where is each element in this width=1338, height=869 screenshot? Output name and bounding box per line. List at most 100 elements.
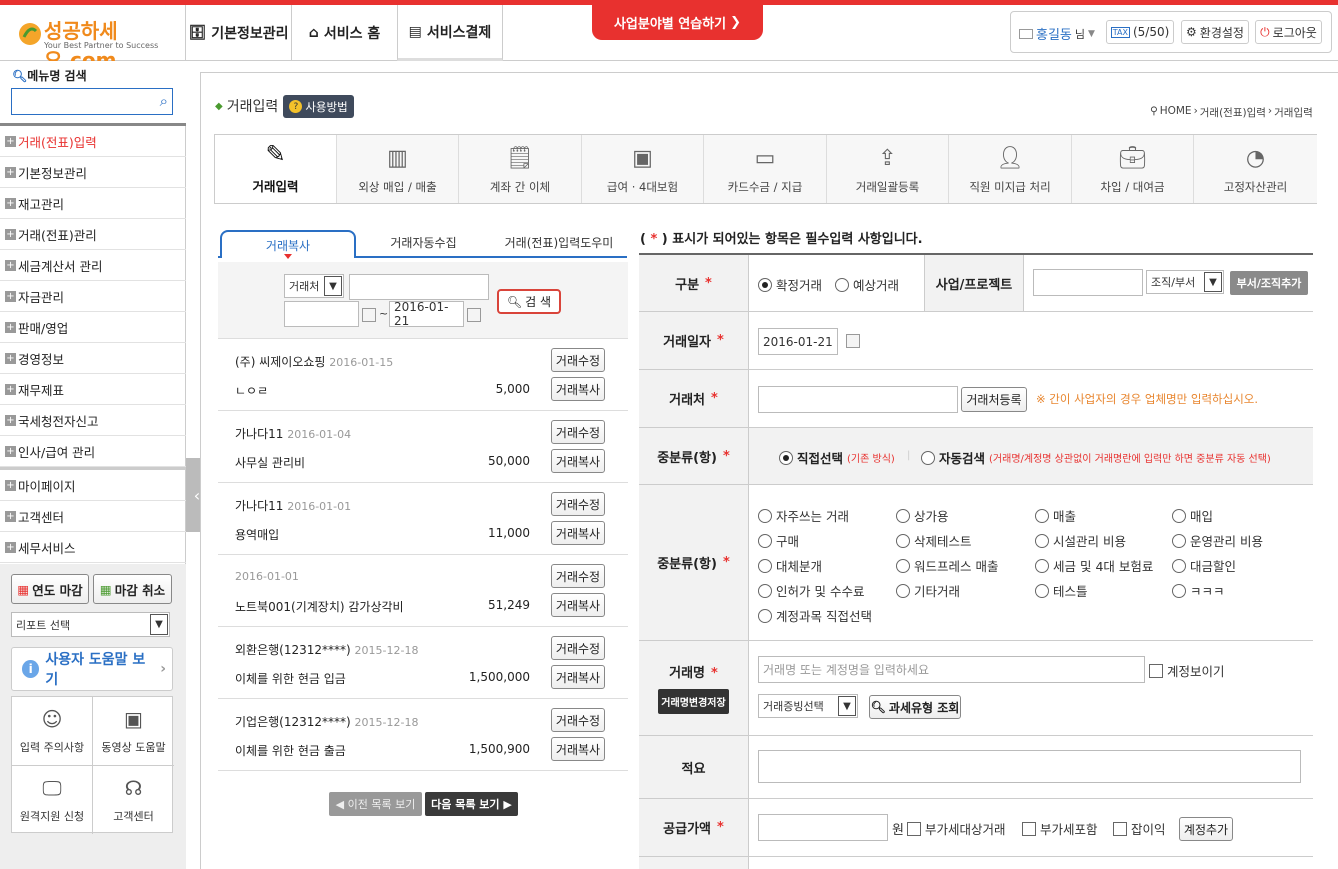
search-icon[interactable]: ⌕ [160,92,168,110]
edit-trade-button[interactable]: 거래수정 [551,492,605,516]
promo-practice-button[interactable]: 사업분야별 연습하기 ❯ [592,5,763,40]
edit-trade-button[interactable]: 거래수정 [551,348,605,372]
sidebar-item[interactable]: + 기본정보관리 [0,157,186,188]
show-account-checkbox[interactable]: 계정보이기 [1149,661,1225,680]
sidebar-item[interactable]: + 마이페이지 [0,470,186,501]
sidebar-item[interactable]: + 재무제표 [0,374,186,405]
search-button[interactable]: 🔍︎ 검 색 [497,289,561,314]
tile-remote-support[interactable]: 🖵 원격지원 신청 [12,766,92,834]
category-radio[interactable]: 대금할인 [1172,556,1236,575]
edit-trade-button[interactable]: 거래수정 [551,420,605,444]
category-radio[interactable]: 워드프레스 매출 [896,556,998,575]
misc-income-checkbox[interactable]: 잡이익 [1113,819,1166,838]
copy-trade-button[interactable]: 거래복사 [551,449,605,473]
copy-trade-button[interactable]: 거래복사 [551,377,605,401]
memo-input[interactable] [758,750,1301,783]
copy-trade-button[interactable]: 거래복사 [551,521,605,545]
radio-confirmed[interactable]: 확정거래 [758,275,822,294]
category-radio[interactable]: 상가용 [896,506,949,525]
sidebar-item[interactable]: + 세무서비스 [0,532,186,563]
prev-list-button[interactable]: ◀ 이전 목록 보기 [329,792,422,816]
vat-target-checkbox[interactable]: 부가세대상거래 [907,819,1006,838]
tab-loan[interactable]: 💼︎ 차입 / 대여금 [1072,135,1194,203]
calendar-icon[interactable] [362,308,376,322]
filter-type-select[interactable]: 거래처 ▼ [284,274,344,298]
category-radio[interactable]: 자주쓰는 거래 [758,506,849,525]
report-select[interactable]: 리포트 선택 ▼ [11,612,170,637]
tab-card[interactable]: ▭ 카드수금 / 지급 [704,135,827,203]
category-radio[interactable]: 매입 [1172,506,1213,525]
radio-auto-search[interactable]: 자동검색 (거래명/계정명 상관없이 거래명란에 입력만 하면 중분류 자동 선택… [921,448,1271,467]
radio-direct-select[interactable]: 직접선택 (기존 방식) [779,448,895,467]
nav-payment[interactable]: ▤ 서비스결제 [397,5,503,61]
sidebar-item[interactable]: + 거래(전표)입력 [0,126,186,157]
name-save-button[interactable]: 거래명변경저장 [658,689,729,714]
tab-unpaid-staff[interactable]: 👤︎ 직원 미지급 처리 [949,135,1072,203]
category-radio[interactable]: 운영관리 비용 [1172,531,1263,550]
category-radio[interactable]: ㅋㅋㅋ [1172,581,1225,600]
radio-expected[interactable]: 예상거래 [835,275,899,294]
sidebar-item[interactable]: + 판매/영업 [0,312,186,343]
user-help-button[interactable]: i 사용자 도움말 보기 › [11,647,173,691]
breadcrumb-section[interactable]: 거래(전표)입력 [1200,105,1266,120]
sidebar-item[interactable]: + 자금관리 [0,281,186,312]
edit-trade-button[interactable]: 거래수정 [551,564,605,588]
category-radio[interactable]: 대체분개 [758,556,822,575]
tab-account-transfer[interactable]: 🗒 계좌 간 이체 [459,135,582,203]
trade-name-input[interactable]: 거래명 또는 계정명을 입력하세요 [758,656,1145,683]
sidebar-item[interactable]: + 세금계산서 관리 [0,250,186,281]
menu-search-input[interactable]: ⌕ [11,88,173,115]
project-input[interactable] [1033,269,1143,296]
tax-type-lookup-button[interactable]: 🔍︎ 과세유형 조회 [869,695,961,719]
tile-input-caution[interactable]: ☺ 입력 주의사항 [12,697,92,765]
tab-payroll[interactable]: ▣ 급여 · 4대보험 [582,135,704,203]
tax-counter-button[interactable]: TAX (5/50) [1106,20,1174,44]
category-radio[interactable]: 시설관리 비용 [1035,531,1126,550]
tab-trade-input[interactable]: ✎ 거래입력 [215,135,337,203]
settings-button[interactable]: ⚙ 환경설정 [1181,20,1249,44]
category-radio[interactable]: 세금 및 4대 보험료 [1035,556,1153,575]
supply-amount-input[interactable] [758,814,888,841]
sidebar-item[interactable]: + 국세청전자신고 [0,405,186,436]
tab-credit-trade[interactable]: ▥ 외상 매입 / 매출 [337,135,459,203]
sidebar-item[interactable]: + 거래(전표)관리 [0,219,186,250]
tile-customer-center[interactable]: ☊ 고객센터 [93,766,174,834]
category-radio[interactable]: 삭제테스트 [896,531,972,550]
tab-input-helper[interactable]: 거래(전표)입력도우미 [491,234,627,251]
sidebar-item[interactable]: + 재고관리 [0,188,186,219]
client-register-button[interactable]: 거래처등록 [961,387,1027,412]
tab-fixed-asset[interactable]: ◔ 고정자산관리 [1194,135,1317,203]
category-radio[interactable]: 테스틀 [1035,581,1088,600]
date-from-input[interactable] [284,301,359,327]
category-radio[interactable]: 매출 [1035,506,1076,525]
tab-bulk-register[interactable]: ⇪ 거래일괄등록 [827,135,949,203]
org-select[interactable]: 조직/부서 ▼ [1146,270,1224,294]
category-radio[interactable]: 구매 [758,531,799,550]
nav-basic-info[interactable]: 🗄 기본정보관리 [185,5,291,61]
sidebar-item[interactable]: + 인사/급여 관리 [0,436,186,467]
tile-video-help[interactable]: ▣ 동영상 도움말 [93,697,174,765]
howto-button[interactable]: ? 사용방법 [283,95,354,118]
trade-date-input[interactable]: 2016-01-21 [758,328,838,355]
category-radio[interactable]: 계정과목 직접선택 [758,606,872,625]
user-menu[interactable]: 홍길동 님 ▼ [1019,24,1095,43]
logout-button[interactable]: ⏻ 로그아웃 [1255,20,1322,44]
sidebar-item[interactable]: + 경영정보 [0,343,186,374]
nav-service-home[interactable]: ⌂ 서비스 홈 [291,5,397,61]
account-add-button[interactable]: 계정추가 [1179,817,1233,841]
year-close-button[interactable]: ▦ 연도 마감 [11,574,89,604]
copy-trade-button[interactable]: 거래복사 [551,593,605,617]
category-radio[interactable]: 기타거래 [896,581,960,600]
edit-trade-button[interactable]: 거래수정 [551,636,605,660]
date-to-input[interactable]: 2016-01-21 [389,300,464,328]
filter-keyword-input[interactable] [349,274,489,300]
next-list-button[interactable]: 다음 목록 보기 ▶ [425,792,518,816]
breadcrumb-home[interactable]: HOME [1160,105,1192,120]
calendar-icon[interactable] [846,334,860,348]
sidebar-item[interactable]: + 고객센터 [0,501,186,532]
client-input[interactable] [758,386,958,413]
evidence-select[interactable]: 거래증빙선택 ▼ [758,694,858,718]
logo[interactable]: 성공하세요.com Your Best Partner to Success [18,15,178,72]
calendar-icon[interactable] [467,308,481,322]
vat-included-checkbox[interactable]: 부가세포함 [1022,819,1098,838]
